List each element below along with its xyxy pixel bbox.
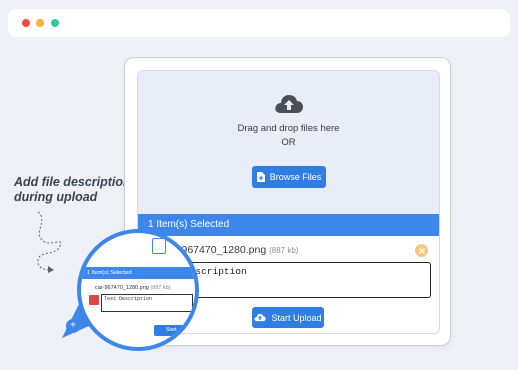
caption-line-1: Add file description xyxy=(14,175,131,189)
cloud-upload-icon xyxy=(254,313,267,322)
drop-instruction: Drag and drop files here xyxy=(237,123,340,134)
selected-count-header: 1 Item(s) Selected xyxy=(138,214,439,236)
feature-caption: Add file description during upload xyxy=(14,175,131,205)
magnified-upload-button: Start xyxy=(154,325,194,336)
image-thumbnail-icon xyxy=(89,295,99,305)
browser-window-bar xyxy=(8,9,510,37)
file-size: (887 kb) xyxy=(269,246,299,255)
window-maximize-dot[interactable] xyxy=(51,19,59,27)
file-name: -967470_1280.png xyxy=(178,244,267,256)
browse-files-button[interactable]: Browse Files xyxy=(252,166,326,188)
file-name-row: -967470_1280.png (887 kb) xyxy=(178,244,298,256)
magnified-file-name-row: car-967470_1280.png (887 kb) xyxy=(95,285,171,291)
zoom-magnifier: 1 Item(s) Selected car-967470_1280.png (… xyxy=(77,229,199,351)
window-close-dot[interactable] xyxy=(22,19,30,27)
cloud-upload-icon xyxy=(275,95,303,113)
browse-files-label: Browse Files xyxy=(269,172,322,182)
magnified-selected-header: 1 Item(s) Selected xyxy=(81,267,195,279)
plus-icon: + xyxy=(66,319,80,333)
drop-zone[interactable]: Drag and drop files here OR Browse Files xyxy=(138,71,439,211)
magnified-description-input: Test Description xyxy=(101,294,193,312)
start-upload-button[interactable]: Start Upload xyxy=(252,307,324,328)
close-icon xyxy=(418,247,425,254)
start-upload-label: Start Upload xyxy=(271,312,322,323)
dashed-arrow-doodle xyxy=(37,211,62,273)
magnified-file-name: car-967470_1280.png xyxy=(95,285,149,291)
file-add-icon xyxy=(256,172,265,182)
drop-or-text: OR xyxy=(281,137,296,148)
window-minimize-dot[interactable] xyxy=(36,19,44,27)
file-add-icon xyxy=(152,238,166,254)
magnified-file-size: (887 kb) xyxy=(150,285,171,291)
caption-line-2: during upload xyxy=(14,190,98,204)
file-description-input[interactable]: Description xyxy=(178,262,431,298)
remove-file-button[interactable] xyxy=(415,244,428,257)
